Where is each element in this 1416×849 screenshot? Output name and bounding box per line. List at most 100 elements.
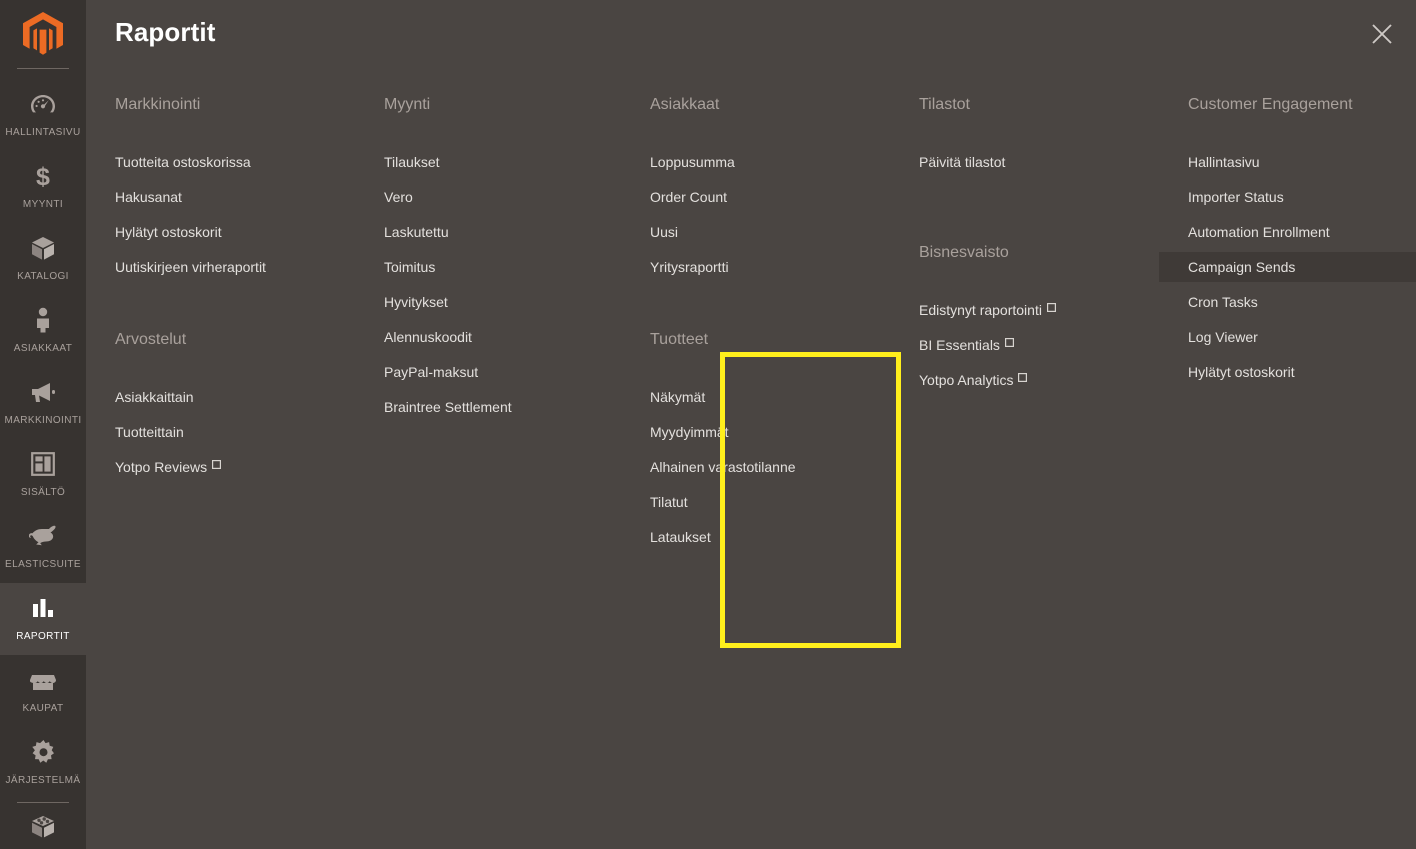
menu-item-label: Hylätyt ostoskorit [115, 224, 222, 240]
sidebar-item-elasticsuite[interactable]: ELASTICSUITE [0, 511, 86, 583]
menu-item-label: Yritysraportti [650, 259, 729, 275]
dollar-icon: $ [4, 163, 82, 189]
menu-group-title: Bisnesvaisto [919, 244, 1009, 261]
menu-item-paivita-tilastot[interactable]: Päivitä tilastot [890, 147, 1159, 177]
menu-item-label: Campaign Sends [1188, 259, 1296, 275]
magento-logo[interactable] [0, 0, 86, 68]
sidebar-item-sisalto[interactable]: SISÄLTÖ [0, 439, 86, 511]
menu-item-label: Uutiskirjeen virheraportit [115, 259, 266, 275]
sidebar-item-find-partners-extensions[interactable]: FIND PARTNERS & EXTENSIONS [0, 803, 86, 849]
menu-item-label: Yotpo Analytics [919, 372, 1014, 388]
menu-item-label: Hyvitykset [384, 294, 448, 310]
rabbit-icon [4, 523, 82, 549]
menu-item-tuotteittain[interactable]: Tuotteittain [86, 417, 355, 447]
menu-item-importer-status[interactable]: Importer Status [1159, 182, 1416, 212]
primary-sidebar: HALLINTASIVU $ MYYNTI KATALOGI ASIAKKAAT [0, 0, 86, 849]
menu-item-label: Tilatut [650, 494, 688, 510]
menu-item-hallintasivu[interactable]: Hallintasivu [1159, 147, 1416, 177]
menu-item-yotpo-analytics[interactable]: Yotpo Analytics [890, 365, 1159, 395]
menu-item-hyvitykset[interactable]: Hyvitykset [355, 287, 621, 317]
menu-item-tuotteita-ostoskorissa[interactable]: Tuotteita ostoskorissa [86, 147, 355, 177]
menu-item-nakymat[interactable]: Näkymät [621, 382, 890, 412]
menu-group-title: Myynti [384, 96, 431, 113]
sidebar-item-label: JÄRJESTELMÄ [5, 775, 81, 786]
svg-text:$: $ [36, 163, 50, 189]
sidebar-item-kaupat[interactable]: KAUPAT [0, 655, 86, 727]
menu-item-label: Cron Tasks [1188, 294, 1258, 310]
menu-item-automation-enrollment[interactable]: Automation Enrollment [1159, 217, 1416, 247]
menu-item-hylatyt-ostoskorit-ce[interactable]: Hylätyt ostoskorit [1159, 357, 1416, 387]
menu-item-hakusanat[interactable]: Hakusanat [86, 182, 355, 212]
menu-item-myydyimmat[interactable]: Myydyimmät [621, 417, 890, 447]
menu-item-label: Alennuskoodit [384, 329, 472, 345]
menu-group-arvostelut: Arvostelut Asiakkaittain Tuotteittain Yo… [86, 331, 355, 482]
sidebar-item-label: ASIAKKAAT [13, 343, 73, 354]
menu-item-uusi[interactable]: Uusi [621, 217, 890, 247]
menu-item-hylatyt-ostoskorit[interactable]: Hylätyt ostoskorit [86, 217, 355, 247]
sidebar-item-label: RAPORTIT [16, 631, 70, 642]
sidebar-item-katalogi[interactable]: KATALOGI [0, 223, 86, 295]
sidebar-item-raportit[interactable]: RAPORTIT [0, 583, 86, 655]
sidebar-item-markkinointi[interactable]: MARKKINOINTI [0, 367, 86, 439]
menu-item-bi-essentials[interactable]: BI Essentials [890, 330, 1159, 360]
sidebar-item-jarjestelma[interactable]: JÄRJESTELMÄ [0, 727, 86, 799]
menu-item-alennuskoodit[interactable]: Alennuskoodit [355, 322, 621, 352]
sidebar-item-label: ELASTICSUITE [5, 559, 81, 570]
menu-item-label: Myydyimmät [650, 424, 729, 440]
menu-item-log-viewer[interactable]: Log Viewer [1159, 322, 1416, 352]
menu-item-label: Loppusumma [650, 154, 735, 170]
menu-item-paypal-maksut[interactable]: PayPal-maksut [355, 357, 621, 387]
menu-item-label: BI Essentials [919, 337, 1000, 353]
reports-panel: Raportit Markkinointi Tuotteita ostoskor… [86, 0, 1416, 849]
menu-item-label: Tuotteittain [115, 424, 184, 440]
menu-item-label: Edistynyt raportointi [919, 302, 1042, 318]
menu-item-toimitus[interactable]: Toimitus [355, 252, 621, 282]
menu-item-braintree-settlement[interactable]: Braintree Settlement [355, 392, 621, 422]
menu-item-label: Braintree Settlement [384, 399, 512, 415]
menu-item-yritysraportti[interactable]: Yritysraportti [621, 252, 890, 282]
menu-item-campaign-sends[interactable]: Campaign Sends [1159, 252, 1416, 282]
menu-group-title: Tilastot [919, 96, 970, 113]
menu-group-gap [86, 287, 355, 331]
menu-item-yotpo-reviews[interactable]: Yotpo Reviews [86, 452, 355, 482]
menu-item-uutiskirjeen-virheraportit[interactable]: Uutiskirjeen virheraportit [86, 252, 355, 282]
menu-item-label: Yotpo Reviews [115, 459, 208, 475]
menu-item-cron-tasks[interactable]: Cron Tasks [1159, 287, 1416, 317]
menu-item-edistynyt-raportointi[interactable]: Edistynyt raportointi [890, 295, 1159, 325]
menu-item-label: Tilaukset [384, 154, 440, 170]
page-title: Raportit [115, 17, 216, 47]
menu-item-label: Uusi [650, 224, 679, 240]
menu-item-laskutettu[interactable]: Laskutettu [355, 217, 621, 247]
menu-group-gap [621, 287, 890, 331]
sidebar-item-label: KAUPAT [22, 703, 64, 714]
menu-item-label: Näkymät [650, 389, 706, 405]
menu-item-tilaukset[interactable]: Tilaukset [355, 147, 621, 177]
bar-chart-icon [4, 595, 82, 621]
menu-column-tilastot: Tilastot Päivitä tilastot Bisnesvaisto E… [890, 96, 1159, 557]
menu-group-markkinointi: Markkinointi Tuotteita ostoskorissa Haku… [86, 96, 355, 282]
menu-item-alhainen-varastotilanne[interactable]: Alhainen varastotilanne [621, 452, 890, 482]
close-icon[interactable] [1362, 14, 1402, 54]
menu-item-loppusumma[interactable]: Loppusumma [621, 147, 890, 177]
menu-group-bisnesvaisto: Bisnesvaisto Edistynyt raportointi BI Es… [890, 244, 1159, 395]
sidebar-item-asiakkaat[interactable]: ASIAKKAAT [0, 295, 86, 367]
menu-group-gap [890, 182, 1159, 244]
menu-item-tilatut[interactable]: Tilatut [621, 487, 890, 517]
menu-column-markkinointi: Markkinointi Tuotteita ostoskorissa Haku… [86, 96, 355, 557]
menu-group-title: Arvostelut [115, 331, 187, 348]
menu-item-vero[interactable]: Vero [355, 182, 621, 212]
menu-item-asiakkaittain[interactable]: Asiakkaittain [86, 382, 355, 412]
sidebar-item-label: MYYNTI [22, 199, 64, 210]
menu-group-title: Customer Engagement [1188, 96, 1353, 113]
menu-item-lataukset[interactable]: Lataukset [621, 522, 890, 552]
menu-item-label: Tuotteita ostoskorissa [115, 154, 251, 170]
menu-item-order-count[interactable]: Order Count [621, 182, 890, 212]
menu-group-asiakkaat: Asiakkaat Loppusumma Order Count Uusi Yr… [621, 96, 890, 282]
menu-item-label: Importer Status [1188, 189, 1284, 205]
blocks-icon [4, 814, 82, 840]
menu-item-label: Asiakkaittain [115, 389, 194, 405]
sidebar-item-myynti[interactable]: $ MYYNTI [0, 151, 86, 223]
menu-item-label: Alhainen varastotilanne [650, 459, 796, 475]
external-link-icon [1046, 303, 1056, 312]
sidebar-item-hallintasivu[interactable]: HALLINTASIVU [0, 79, 86, 151]
